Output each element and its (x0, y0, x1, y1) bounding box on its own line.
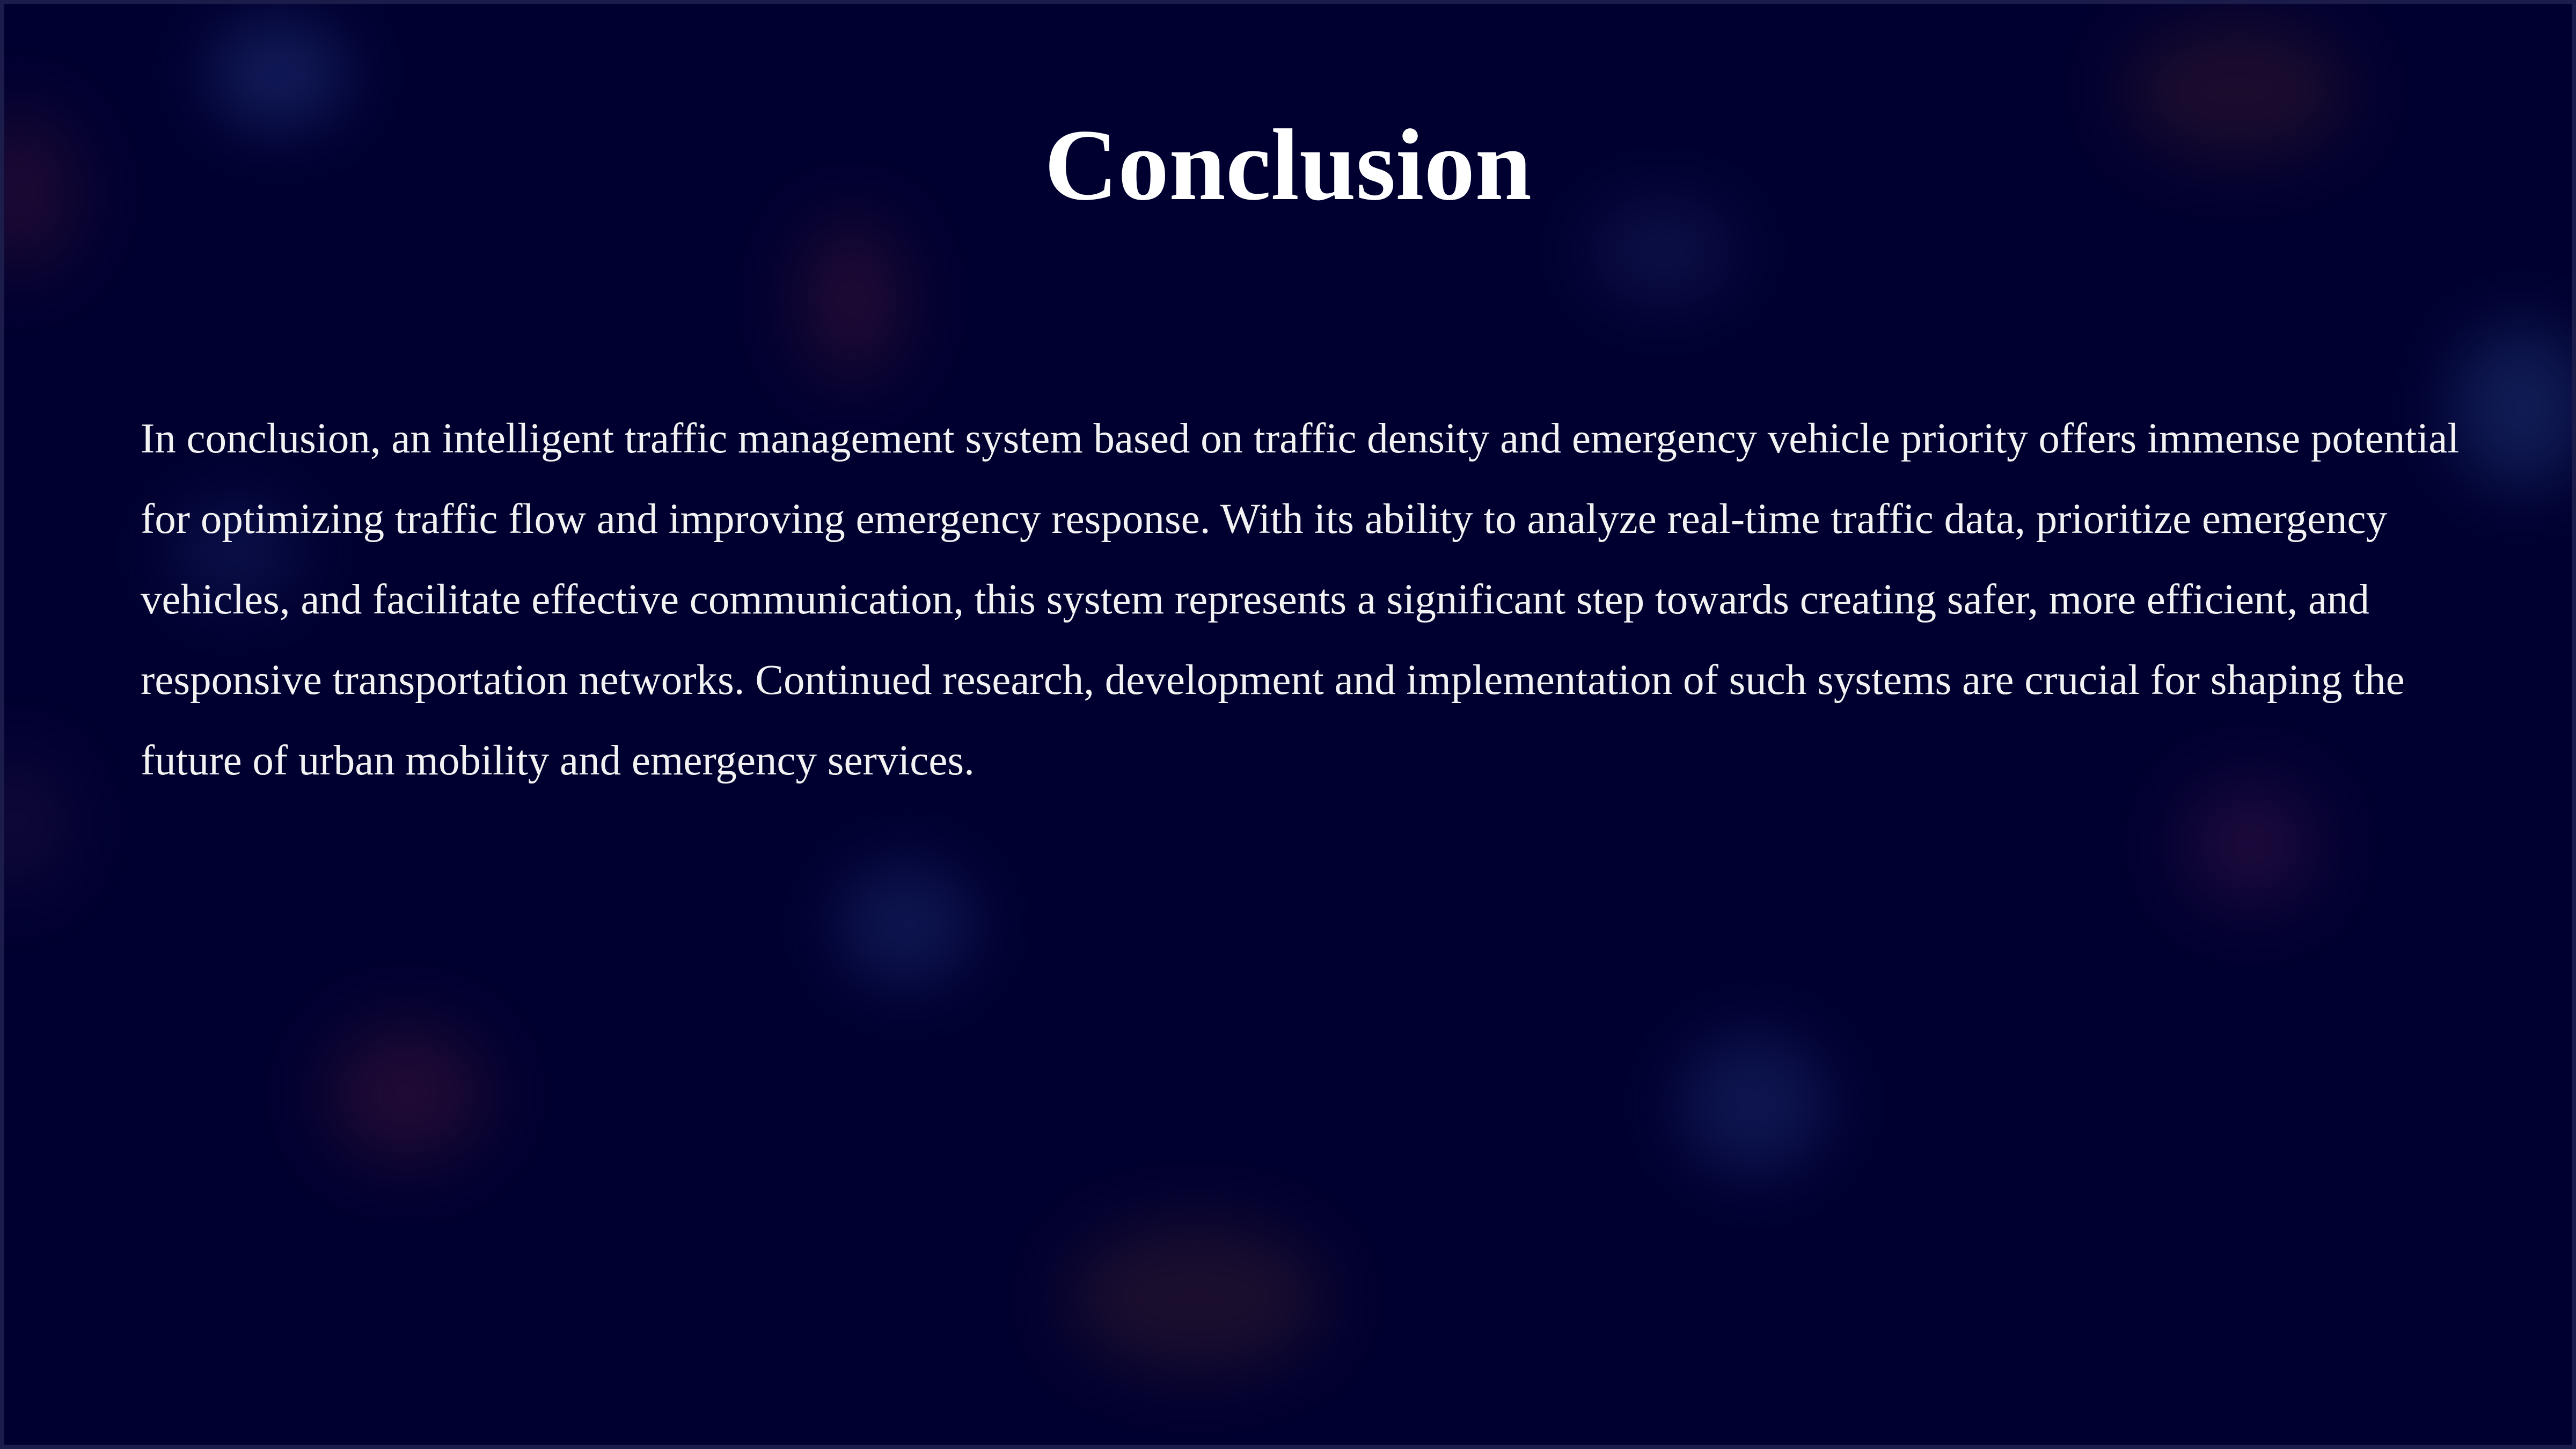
bokeh-light (836, 863, 976, 986)
bokeh-light (326, 1024, 487, 1163)
bokeh-light (4, 756, 69, 890)
bokeh-light (799, 219, 906, 380)
slide-title: Conclusion (1044, 109, 1532, 222)
slide: Conclusion In conclusion, an intelligent… (0, 0, 2576, 1449)
bokeh-light (1067, 1223, 1324, 1373)
slide-body-text: In conclusion, an intelligent traffic ma… (141, 415, 2460, 784)
bokeh-light (1679, 1035, 1829, 1174)
